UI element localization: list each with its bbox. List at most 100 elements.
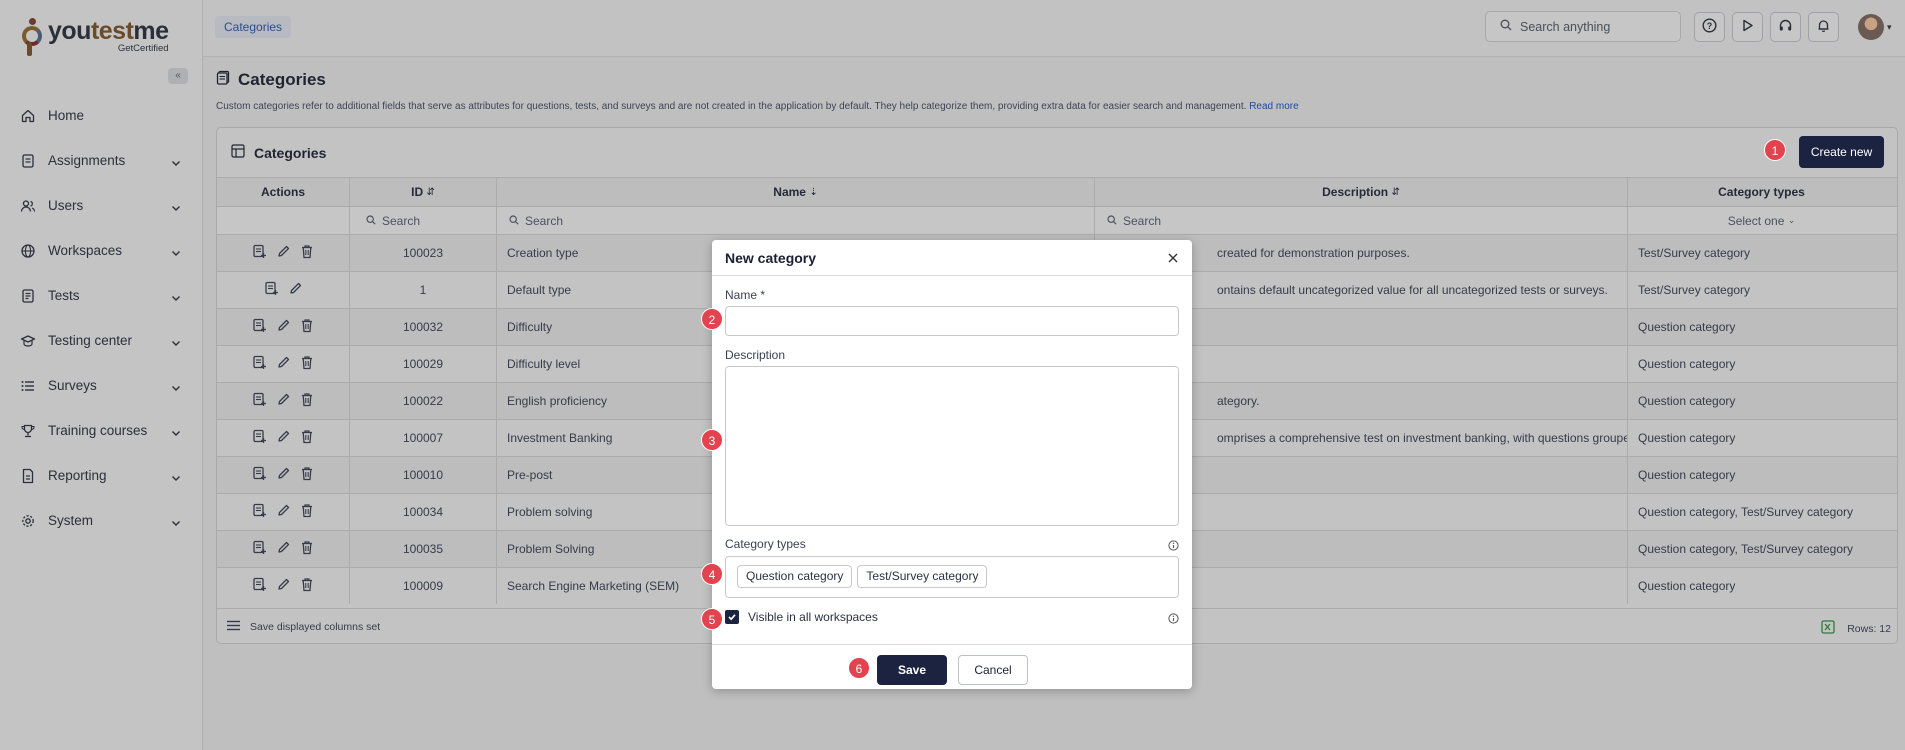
column-header-id[interactable]: ID ⇵	[350, 178, 497, 206]
trash-icon[interactable]	[300, 540, 314, 558]
info-icon[interactable]	[1168, 539, 1179, 551]
play-button[interactable]	[1732, 12, 1763, 42]
cell-id: 100009	[350, 568, 497, 604]
sidebar-item-assignments[interactable]: Assignments	[0, 138, 203, 183]
category-types-label: Category types	[725, 537, 806, 551]
cell-category-types: Question category	[1638, 468, 1736, 482]
row-actions	[217, 494, 350, 530]
assign-icon[interactable]	[252, 318, 267, 336]
search-icon	[1107, 214, 1117, 228]
menu-icon[interactable]	[227, 620, 240, 634]
sidebar-item-label: Home	[48, 108, 85, 123]
assign-icon[interactable]	[252, 466, 267, 484]
sidebar-item-training-courses[interactable]: Training courses	[0, 408, 203, 453]
create-new-button[interactable]: Create new	[1799, 136, 1884, 168]
sidebar-item-workspaces[interactable]: Workspaces	[0, 228, 203, 273]
edit-icon[interactable]	[276, 429, 291, 447]
sidebar-item-testing-center[interactable]: Testing center	[0, 318, 203, 363]
edit-icon[interactable]	[276, 503, 291, 521]
edit-icon[interactable]	[276, 577, 291, 595]
assign-icon[interactable]	[264, 281, 279, 299]
assign-icon[interactable]	[252, 244, 267, 262]
visible-all-workspaces-label[interactable]: Visible in all workspaces	[748, 610, 878, 624]
chevron-down-icon[interactable]	[171, 471, 181, 481]
global-search-input[interactable]: Search anything	[1485, 11, 1681, 42]
save-columns-set-button[interactable]: Save displayed columns set	[250, 621, 380, 633]
chevron-down-icon[interactable]	[171, 291, 181, 301]
edit-icon[interactable]	[276, 318, 291, 336]
edit-icon[interactable]	[276, 466, 291, 484]
edit-icon[interactable]	[276, 244, 291, 262]
avatar[interactable]	[1858, 14, 1884, 40]
logo[interactable]: youtestme GetCertified	[22, 18, 169, 56]
row-actions	[217, 531, 350, 567]
sidebar-item-system[interactable]: System	[0, 498, 203, 543]
help-button[interactable]: ?	[1694, 12, 1725, 42]
cell-id: 100010	[350, 457, 497, 493]
cancel-button[interactable]: Cancel	[958, 655, 1028, 685]
column-header-description[interactable]: Description ⇵	[1095, 178, 1628, 206]
assign-icon[interactable]	[252, 540, 267, 558]
headset-icon	[1778, 18, 1793, 36]
sidebar-item-home[interactable]: Home	[0, 93, 203, 138]
name-field[interactable]	[725, 306, 1179, 336]
assign-icon[interactable]	[252, 392, 267, 410]
column-header-name[interactable]: Name ⇣	[497, 178, 1095, 206]
category-type-chip[interactable]: Question category	[737, 565, 853, 588]
close-button[interactable]	[1166, 251, 1180, 265]
read-more-link[interactable]: Read more	[1249, 101, 1298, 112]
description-field[interactable]	[725, 366, 1179, 526]
trash-icon[interactable]	[300, 355, 314, 373]
filter-description-input[interactable]: Search	[1095, 207, 1628, 234]
breadcrumb[interactable]: Categories	[215, 16, 292, 38]
chevron-down-icon[interactable]	[171, 201, 181, 211]
visible-all-workspaces-checkbox[interactable]	[725, 610, 739, 624]
sidebar-item-reporting[interactable]: Reporting	[0, 453, 203, 498]
test-icon	[20, 288, 36, 304]
edit-icon[interactable]	[276, 392, 291, 410]
sidebar-item-label: System	[48, 513, 94, 528]
row-actions	[217, 568, 350, 604]
assign-icon[interactable]	[252, 429, 267, 447]
filter-name-input[interactable]: Search	[497, 207, 1095, 234]
cell-category-types: Question category	[1638, 394, 1736, 408]
edit-icon[interactable]	[276, 540, 291, 558]
search-icon	[1500, 19, 1512, 34]
assign-icon[interactable]	[252, 577, 267, 595]
sidebar-collapse-button[interactable]: «	[168, 68, 188, 84]
trash-icon[interactable]	[300, 318, 314, 336]
category-types-select[interactable]: Question category Test/Survey category	[725, 556, 1179, 598]
chevron-down-icon[interactable]	[171, 336, 181, 346]
edit-icon[interactable]	[288, 281, 303, 299]
chevron-down-icon[interactable]	[171, 246, 181, 256]
chevron-down-icon[interactable]	[171, 156, 181, 166]
excel-export-icon[interactable]	[1821, 620, 1835, 637]
trash-icon[interactable]	[300, 392, 314, 410]
sidebar-item-surveys[interactable]: Surveys	[0, 363, 203, 408]
support-button[interactable]	[1770, 12, 1801, 42]
chevron-down-icon[interactable]	[171, 516, 181, 526]
trash-icon[interactable]	[300, 577, 314, 595]
assign-icon[interactable]	[252, 503, 267, 521]
sidebar-item-tests[interactable]: Tests	[0, 273, 203, 318]
filter-id-input[interactable]: Search	[350, 207, 497, 234]
filter-types-select[interactable]: Select one ⌄	[1628, 207, 1895, 234]
trash-icon[interactable]	[300, 429, 314, 447]
category-type-chip[interactable]: Test/Survey category	[857, 565, 988, 588]
cell-id: 100022	[350, 383, 497, 419]
info-icon[interactable]	[1168, 612, 1179, 624]
trash-icon[interactable]	[300, 244, 314, 262]
trash-icon[interactable]	[300, 503, 314, 521]
sort-icon: ⇵	[1391, 186, 1400, 198]
report-icon	[20, 468, 36, 484]
save-button[interactable]: Save	[877, 655, 947, 685]
gear-icon	[20, 513, 36, 529]
assign-icon[interactable]	[252, 355, 267, 373]
trash-icon[interactable]	[300, 466, 314, 484]
chevron-down-icon[interactable]	[171, 381, 181, 391]
notifications-button[interactable]	[1808, 12, 1839, 42]
chevron-down-icon[interactable]	[171, 426, 181, 436]
chevron-down-icon[interactable]: ▾	[1887, 22, 1892, 33]
edit-icon[interactable]	[276, 355, 291, 373]
sidebar-item-users[interactable]: Users	[0, 183, 203, 228]
